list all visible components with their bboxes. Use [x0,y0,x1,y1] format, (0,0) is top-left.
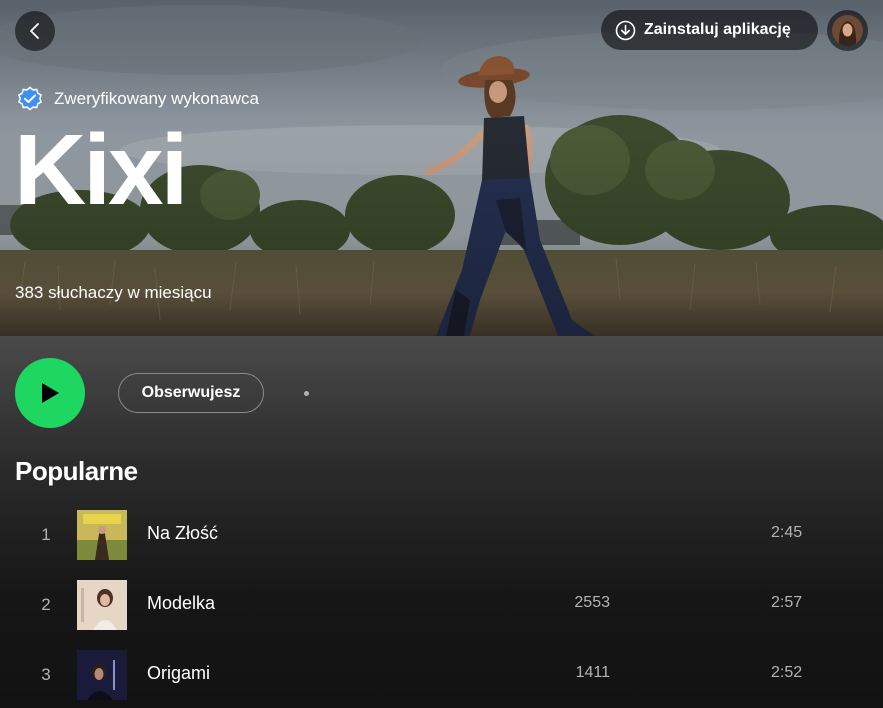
install-app-label: Zainstaluj aplikację [644,21,791,38]
track-duration: 2:52 [771,664,803,681]
track-number: 2 [41,595,51,614]
track-title: Modelka [147,593,216,613]
track-row[interactable]: 1 Na Złość 2:45 [0,501,883,571]
monthly-listeners: 383 słuchaczy w miesiącu [15,283,212,302]
play-icon [39,381,61,405]
popular-tracks-list: 1 Na Złość 2:45 2 Modelka 2553 2:57 3 Or… [0,501,883,708]
play-button[interactable] [15,358,85,428]
more-horizontal-icon [303,390,309,396]
chevron-left-icon [25,21,45,41]
install-app-button[interactable]: Zainstaluj aplikację [601,10,818,50]
track-plays: 1411 [575,664,610,681]
artist-hero: Zainstaluj aplikację Zweryfikowany wykon… [0,0,883,336]
artist-content: Obserwujesz Popularne 1 Na Złość 2:45 2 … [0,336,883,708]
verified-artist-label: Zweryfikowany wykonawca [16,85,259,113]
popular-section-title: Popularne [15,456,138,486]
back-button[interactable] [15,11,55,51]
more-options-button[interactable] [286,381,326,405]
track-title: Na Złość [147,523,219,543]
verified-badge-icon [16,85,44,113]
track-number: 3 [41,665,51,684]
track-row[interactable]: 3 Origami 1411 2:52 [0,641,883,708]
artist-name: Kixi [14,114,188,226]
avatar [832,15,863,46]
track-title: Origami [147,663,211,683]
track-duration: 2:57 [771,594,803,611]
user-avatar-button[interactable] [827,10,868,51]
track-plays: 2553 [574,594,610,611]
verified-artist-text: Zweryfikowany wykonawca [54,89,260,108]
track-cover-image [77,650,127,700]
track-number: 1 [41,525,51,544]
track-duration: 2:45 [771,524,803,541]
follow-button[interactable]: Obserwujesz [118,373,264,413]
track-cover-image [77,510,127,560]
download-circle-icon [615,20,636,41]
track-cover-image [77,580,127,630]
track-row[interactable]: 2 Modelka 2553 2:57 [0,571,883,641]
